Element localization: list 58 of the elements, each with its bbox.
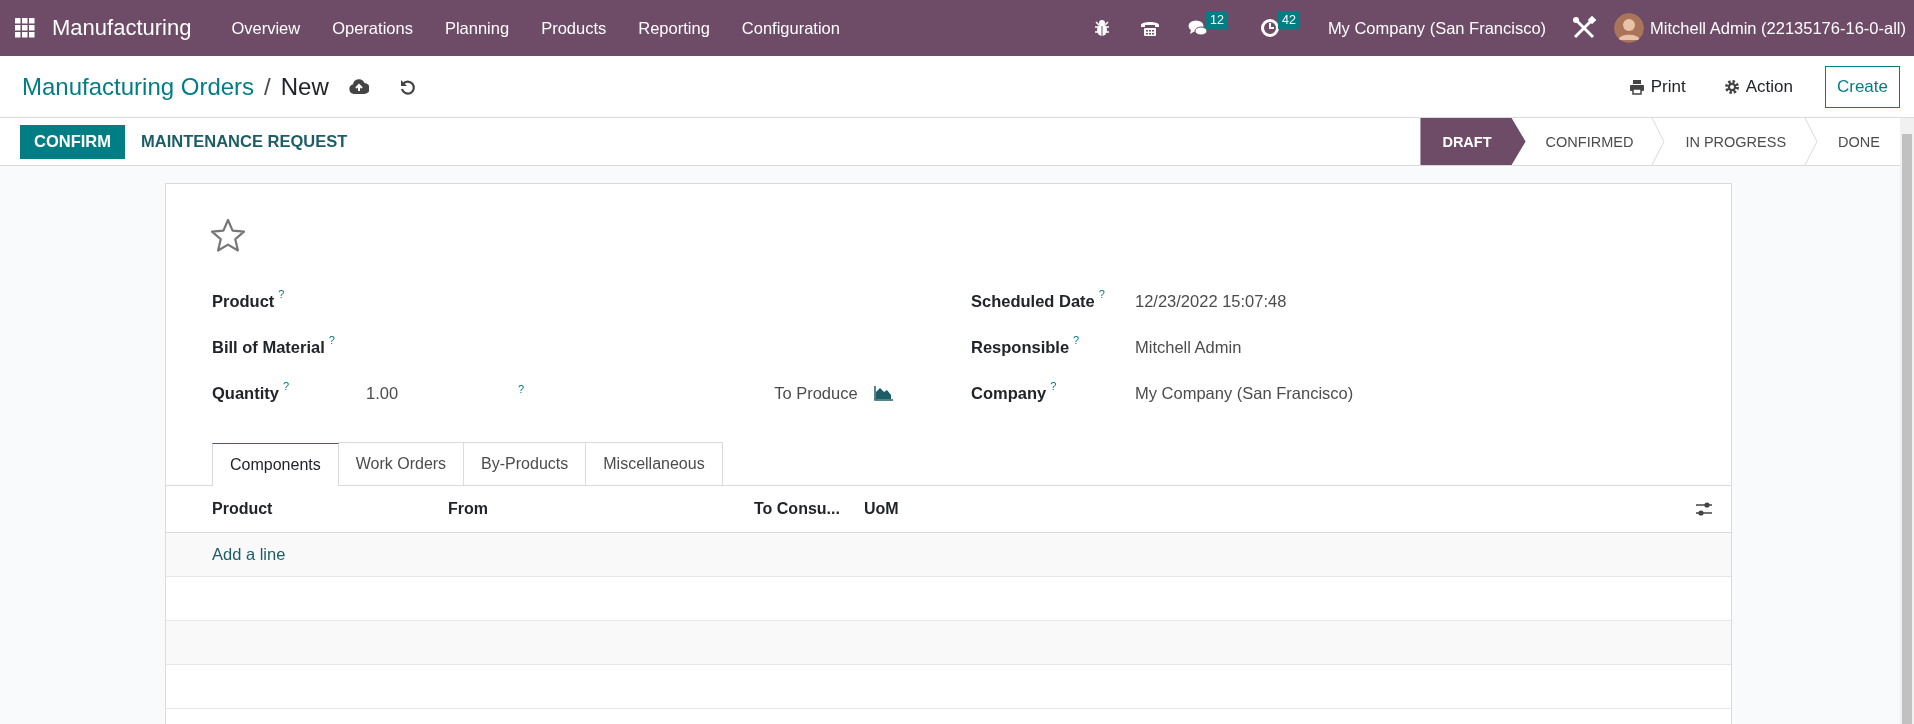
confirm-button[interactable]: CONFIRM: [20, 124, 125, 159]
cloud-upload-icon[interactable]: [348, 77, 369, 96]
notebook-tab[interactable]: Miscellaneous: [585, 442, 723, 485]
column-header[interactable]: UoM: [864, 500, 1695, 518]
area-chart-icon[interactable]: [873, 385, 894, 401]
create-button[interactable]: Create: [1824, 65, 1900, 108]
apps-menu-icon[interactable]: [15, 18, 35, 38]
field-value[interactable]: Mitchell Admin: [1135, 337, 1242, 357]
field-value[interactable]: 12/23/2022 15:07:48: [1135, 291, 1287, 311]
menu-item[interactable]: Planning: [428, 18, 526, 38]
activity-count-badge: 42: [1277, 11, 1300, 29]
help-tooltip-mark[interactable]: ?: [278, 287, 285, 300]
field-value[interactable]: 1.00: [366, 383, 518, 403]
help-tooltip-mark[interactable]: ?: [1098, 287, 1105, 300]
request-button[interactable]: MAINTENANCE REQUEST: [127, 124, 362, 159]
gear-icon: [1723, 78, 1740, 95]
help-tooltip-mark[interactable]: ?: [282, 379, 290, 392]
scrollbar[interactable]: [1900, 118, 1914, 724]
field-label: To Produce: [774, 383, 858, 403]
tools-icon[interactable]: [1572, 16, 1597, 40]
menu-item[interactable]: Configuration: [725, 18, 856, 38]
field-value[interactable]: My Company (San Francisco): [1135, 383, 1354, 403]
breadcrumb-link[interactable]: Manufacturing Orders: [22, 72, 255, 101]
field-label: Responsible: [971, 337, 1070, 357]
notebook-tab[interactable]: Components: [212, 443, 339, 486]
help-tooltip-mark[interactable]: ?: [1050, 379, 1057, 392]
company-switcher[interactable]: My Company (San Francisco): [1327, 18, 1547, 38]
status-stage[interactable]: DRAFT: [1420, 118, 1526, 165]
star-icon[interactable]: [210, 218, 246, 254]
menu-item[interactable]: Operations: [316, 18, 429, 38]
column-header[interactable]: To Consu...: [754, 500, 864, 518]
clock-icon[interactable]: [1259, 18, 1280, 38]
field-label: Company: [971, 383, 1047, 403]
field-label: Bill of Material: [212, 337, 325, 357]
help-tooltip-mark[interactable]: ?: [518, 383, 525, 395]
column-settings-icon[interactable]: [1695, 501, 1713, 517]
undo-icon[interactable]: [398, 77, 417, 96]
menu-item[interactable]: Products: [525, 18, 623, 38]
print-button[interactable]: Print: [1622, 75, 1692, 98]
column-header[interactable]: From: [448, 500, 754, 518]
breadcrumb-separator: /: [264, 72, 271, 101]
column-header[interactable]: Product: [212, 500, 448, 518]
breadcrumb-current: New: [280, 72, 329, 101]
menu-item[interactable]: Reporting: [622, 18, 726, 38]
help-tooltip-mark[interactable]: ?: [1073, 333, 1080, 346]
add-line-link[interactable]: Add a line: [212, 545, 286, 564]
action-button[interactable]: Action: [1717, 75, 1799, 98]
menu-item[interactable]: Overview: [215, 18, 317, 38]
user-avatar-icon[interactable]: [1614, 13, 1645, 43]
printer-icon: [1628, 78, 1645, 95]
field-label: Scheduled Date: [971, 291, 1095, 311]
help-tooltip-mark[interactable]: ?: [328, 333, 335, 346]
field-label: Product: [212, 291, 275, 311]
app-name[interactable]: Manufacturing: [52, 15, 192, 41]
user-menu[interactable]: Mitchell Admin (22135176-16-0-all): [1650, 18, 1906, 38]
chat-icon[interactable]: [1188, 18, 1209, 38]
message-count-badge: 12: [1206, 11, 1228, 29]
field-label: Quantity: [212, 383, 279, 403]
